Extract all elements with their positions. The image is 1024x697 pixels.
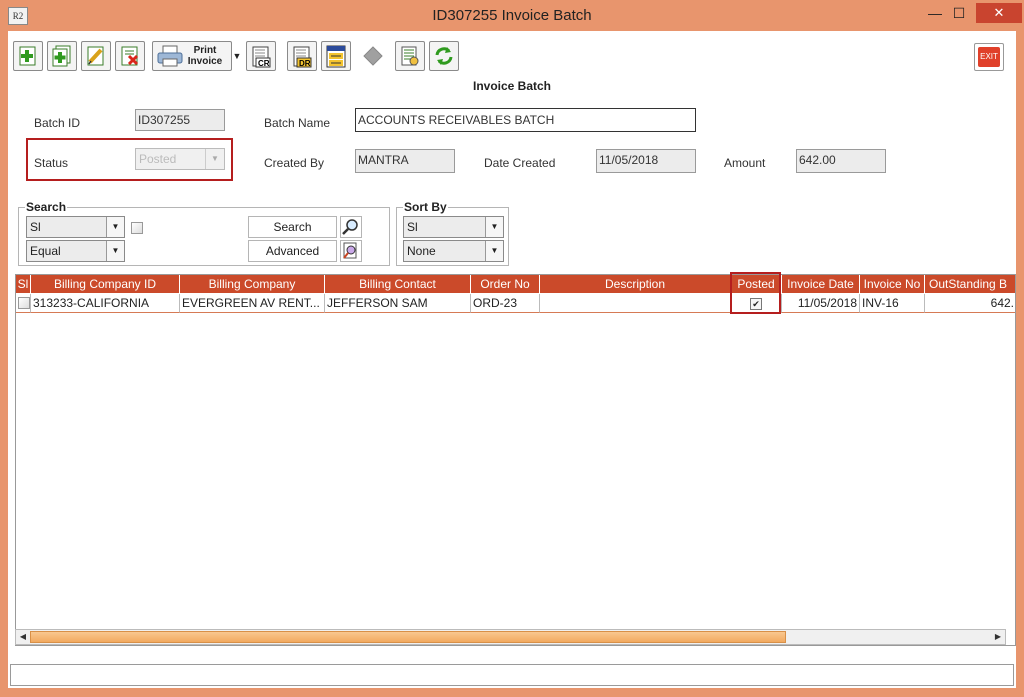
maximize-button[interactable]: ☐ — [944, 3, 974, 23]
column-header-billing-contact[interactable]: Billing Contact — [325, 275, 471, 293]
add-icon — [19, 46, 36, 66]
amount-field[interactable]: 642.00 — [796, 149, 886, 173]
sort-field-value: Sl — [407, 220, 418, 234]
search-checkbox[interactable] — [131, 222, 143, 234]
billing-contact-cell[interactable]: JEFFERSON SAM — [325, 294, 471, 313]
search-title: Search — [25, 200, 68, 214]
scroll-right-icon[interactable]: ▶ — [991, 630, 1005, 644]
magnifier-icon — [342, 219, 358, 235]
exit-icon: EXIT — [978, 47, 1000, 67]
title-bar: R2 ID307255 Invoice Batch — ☐ ✕ — [0, 0, 1024, 31]
search-go-button[interactable] — [340, 216, 362, 238]
edit-button[interactable] — [81, 41, 111, 71]
status-label: Status — [34, 156, 69, 170]
chevron-down-icon: ▼ — [485, 217, 503, 237]
invoice-no-cell[interactable]: INV-16 — [860, 294, 925, 313]
page-title: Invoice Batch — [472, 79, 552, 93]
chevron-down-icon: ▼ — [485, 241, 503, 261]
column-header-billing-company-id[interactable]: Billing Company ID — [31, 275, 180, 293]
date-created-label: Date Created — [484, 156, 556, 170]
posted-column-highlight — [730, 272, 781, 314]
close-button[interactable]: ✕ — [976, 3, 1022, 23]
row-select-cell[interactable] — [16, 294, 31, 313]
sort-order-value: None — [407, 244, 436, 258]
billing-company-id-cell[interactable]: 313233-CALIFORNIA — [31, 294, 180, 313]
batch-name-label: Batch Name — [264, 116, 331, 130]
add-multiple-icon — [52, 45, 71, 67]
created-by-label: Created By — [264, 156, 325, 170]
description-cell[interactable] — [540, 294, 731, 313]
refresh-icon — [435, 47, 453, 65]
status-value: Posted — [139, 152, 177, 166]
outstanding-cell[interactable]: 642. — [925, 294, 1015, 313]
disabled-tool-button — [358, 41, 388, 71]
svg-text:CR: CR — [258, 59, 270, 68]
batch-id-field[interactable]: ID307255 — [135, 109, 225, 131]
chevron-down-icon: ▼ — [205, 149, 224, 169]
search-operator-dropdown[interactable]: Equal ▼ — [26, 240, 125, 262]
amount-label: Amount — [724, 156, 766, 170]
chevron-down-icon: ▼ — [106, 241, 124, 261]
main-panel: Print Invoice ▼ CR DR EXIT Invoice Batch … — [8, 31, 1016, 688]
billing-company-cell[interactable]: EVERGREEN AV RENT... — [180, 294, 325, 313]
order-no-cell[interactable]: ORD-23 — [471, 294, 540, 313]
credit-note-icon: CR — [252, 46, 271, 68]
status-bar — [10, 664, 1014, 686]
chevron-down-icon: ▼ — [106, 217, 124, 237]
created-by-field[interactable]: MANTRA — [355, 149, 455, 173]
debit-note-icon: DR — [293, 46, 312, 68]
column-header-outstanding[interactable]: OutStanding B — [925, 275, 1015, 293]
batch-id-label: Batch ID — [34, 116, 81, 130]
add-button[interactable] — [13, 41, 43, 71]
debit-note-button[interactable]: DR — [287, 41, 317, 71]
print-dropdown-arrow[interactable]: ▼ — [232, 41, 242, 71]
sort-title: Sort By — [403, 200, 448, 214]
column-header-description[interactable]: Description — [540, 275, 731, 293]
advanced-search-icon — [343, 242, 357, 259]
printer-icon — [157, 45, 183, 67]
sort-order-dropdown[interactable]: None ▼ — [403, 240, 504, 262]
exit-button[interactable]: EXIT — [974, 43, 1004, 71]
credit-note-button[interactable]: CR — [246, 41, 276, 71]
sort-field-dropdown[interactable]: Sl ▼ — [403, 216, 504, 238]
column-header-billing-company[interactable]: Billing Company — [180, 275, 325, 293]
refresh-button[interactable] — [429, 41, 459, 71]
search-button[interactable]: Search — [248, 216, 337, 238]
delete-icon — [121, 46, 139, 66]
invoice-full-credit-icon — [326, 45, 346, 68]
process-button[interactable] — [395, 41, 425, 71]
column-header-order-no[interactable]: Order No — [471, 275, 540, 293]
invoice-date-cell[interactable]: 11/05/2018 — [782, 294, 860, 313]
svg-text:DR: DR — [299, 59, 311, 68]
row-select-checkbox[interactable] — [18, 297, 30, 309]
invoice-full-credit-button[interactable] — [321, 41, 351, 71]
status-dropdown[interactable]: Posted ▼ — [135, 148, 225, 170]
date-created-field[interactable]: 11/05/2018 — [596, 149, 696, 173]
batch-name-field[interactable]: ACCOUNTS RECEIVABLES BATCH — [355, 108, 696, 132]
scroll-left-icon[interactable]: ◀ — [16, 630, 30, 644]
column-header-sl[interactable]: Sl — [16, 275, 31, 293]
edit-icon — [87, 46, 104, 66]
search-field-value: Sl — [30, 220, 41, 234]
print-invoice-button[interactable]: Print Invoice — [152, 41, 232, 71]
delete-button[interactable] — [115, 41, 145, 71]
add-multiple-button[interactable] — [47, 41, 77, 71]
column-header-invoice-no[interactable]: Invoice No — [860, 275, 925, 293]
column-header-invoice-date[interactable]: Invoice Date — [782, 275, 860, 293]
invoice-table: Sl Billing Company ID Billing Company Bi… — [15, 274, 1016, 646]
search-operator-value: Equal — [30, 244, 61, 258]
print-invoice-label: Print Invoice — [187, 45, 223, 67]
window-title: ID307255 Invoice Batch — [432, 7, 592, 24]
process-icon — [401, 46, 419, 66]
advanced-search-icon-button[interactable] — [340, 240, 362, 262]
horizontal-scrollbar[interactable]: ◀ ▶ — [15, 629, 1006, 645]
diamond-icon — [363, 46, 383, 66]
search-field-dropdown[interactable]: Sl ▼ — [26, 216, 125, 238]
scrollbar-thumb[interactable] — [30, 631, 786, 643]
advanced-search-button[interactable]: Advanced — [248, 240, 337, 262]
